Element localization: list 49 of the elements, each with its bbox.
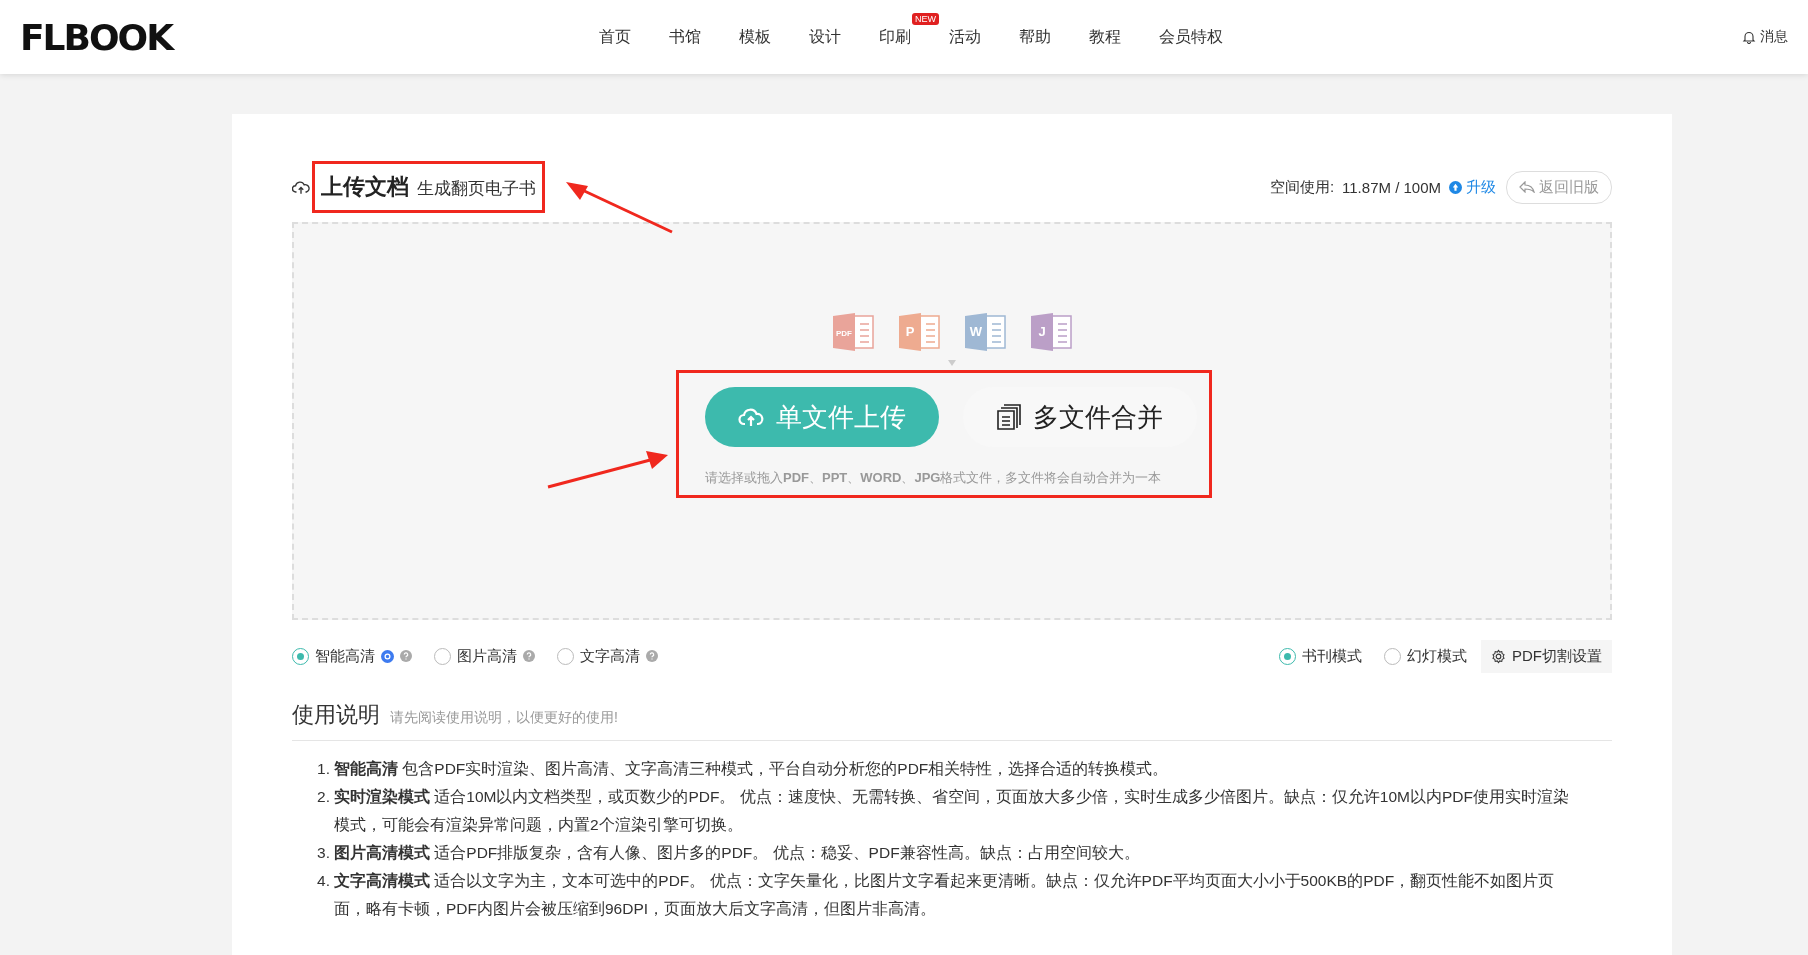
instructions-title: 使用说明: [292, 701, 380, 729]
instructions-subtitle: 请先阅读使用说明，以便更好的使用!: [390, 709, 618, 727]
mode-radio-option[interactable]: 书刊模式: [1279, 646, 1362, 666]
triangle-icon: [948, 360, 956, 366]
bell-icon: [1742, 30, 1756, 44]
messages-link[interactable]: 消息: [1742, 28, 1788, 46]
nav-link[interactable]: 教程: [1070, 26, 1140, 48]
page-title: 上传文档: [321, 173, 409, 201]
instruction-item: 图片高清模式 适合PDF排版复杂，含有人像、图片多的PDF。 优点：稳妥、PDF兼容性高。缺点：占用空间较大。: [334, 843, 1140, 863]
quality-radio-option[interactable]: 文字高清: [557, 646, 658, 666]
gear-badge-icon: [381, 649, 394, 663]
nav-link[interactable]: 模板: [720, 26, 790, 48]
option-label: 智能高清: [315, 646, 375, 666]
list-number: 1.: [316, 759, 330, 779]
help-icon[interactable]: [646, 650, 658, 662]
reply-arrow-icon: [1519, 181, 1535, 193]
quality-radio-option[interactable]: 智能高清: [292, 646, 412, 666]
instruction-item: 实时渲染模式 适合10M以内文档类型，或页数少的PDF。 优点：速度快、无需转换、省空间，页面放大多少倍，实时生成多少倍图片。缺点：仅允许10M以内PDF使用实时渲染模式，可能会有渲染异常问题，内置2个渲染引擎可切换。: [334, 787, 1570, 835]
settings-icon: [1491, 648, 1506, 664]
stacked-pages-icon: [997, 404, 1021, 430]
nav-link[interactable]: 首页: [580, 26, 650, 48]
nav-link[interactable]: 书馆: [650, 26, 720, 48]
option-label: 文字高清: [580, 646, 640, 666]
logo[interactable]: FLBOOK: [20, 16, 580, 58]
list-number: 2.: [316, 787, 330, 807]
upgrade-link[interactable]: 升级: [1449, 177, 1496, 197]
quality-radio-option[interactable]: 图片高清: [434, 646, 535, 666]
instruction-item: 智能高清 包含PDF实时渲染、图片高清、文字高清三种模式，平台自动分析您的PDF相关特性，选择合适的转换模式。: [334, 759, 1169, 779]
option-label: 书刊模式: [1302, 646, 1362, 666]
list-number: 3.: [316, 843, 330, 863]
option-label: 幻灯模式: [1407, 646, 1467, 666]
option-label: 图片高清: [457, 646, 517, 666]
page-subtitle: 生成翻页电子书: [417, 178, 536, 200]
space-usage-label: 空间使用:: [1269, 177, 1335, 197]
help-icon[interactable]: [400, 650, 412, 662]
instruction-item: 文字高清模式 适合以文字为主，文本可选中的PDF。 优点：文字矢量化，比图片文字看起来更清晰。缺点：仅允许PDF平均页面大小小于500KB的PDF，翻页性能不如图片页面，略有卡顿，PDF内图片会被压缩到96DPI，页面放大后文字高清，但图片非高清。: [334, 871, 1556, 919]
help-icon[interactable]: [523, 650, 535, 662]
nav-link[interactable]: 活动: [930, 26, 1000, 48]
mode-radio-option[interactable]: 幻灯模式: [1384, 646, 1467, 666]
nav-link[interactable]: 帮助: [1000, 26, 1070, 48]
cloud-upload-icon: [738, 407, 764, 427]
pdf-split-settings-button[interactable]: PDF切割设置: [1481, 639, 1612, 673]
list-number: 4.: [316, 871, 330, 891]
upgrade-icon: [1449, 180, 1462, 194]
nav-link[interactable]: 设计: [790, 26, 860, 48]
new-badge: NEW: [912, 12, 939, 25]
space-usage-value: 11.87M / 100M: [1342, 178, 1441, 196]
nav-link[interactable]: 会员特权: [1140, 26, 1242, 48]
cloud-upload-icon: [292, 179, 310, 195]
